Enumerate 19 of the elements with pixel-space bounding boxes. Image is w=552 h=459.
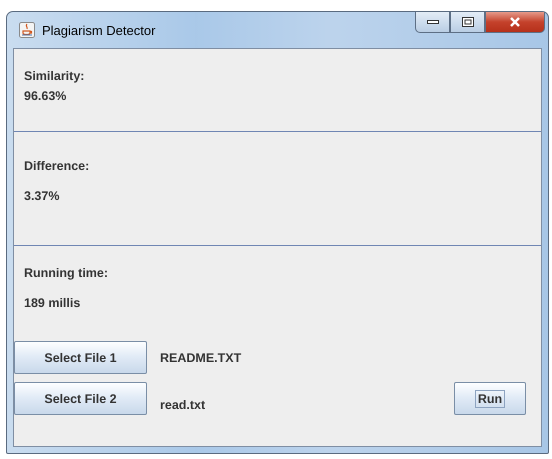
file-name: README.TXT (160, 350, 242, 364)
close-icon (509, 17, 521, 27)
minimize-icon (426, 19, 438, 25)
maximize-button[interactable] (450, 12, 485, 33)
java-cup-icon (19, 22, 35, 38)
result-value: 3.37% (24, 189, 60, 203)
window-title: Plagiarism Detector (42, 22, 156, 38)
result-value: 189 millis (24, 296, 82, 310)
select-file-button[interactable]: Select File 1 (14, 341, 147, 374)
result-label: Difference: (24, 159, 90, 173)
close-button[interactable] (485, 12, 545, 33)
result-label: Similarity: (24, 69, 86, 83)
result-value: 96.63% (24, 89, 68, 103)
run-button[interactable]: Run (454, 382, 526, 415)
result-label: Running time: (24, 266, 110, 280)
minimize-button[interactable] (415, 12, 450, 33)
file-name: read.txt (160, 398, 206, 412)
maximize-icon (462, 17, 474, 27)
select-file-button[interactable]: Select File 2 (14, 382, 147, 415)
